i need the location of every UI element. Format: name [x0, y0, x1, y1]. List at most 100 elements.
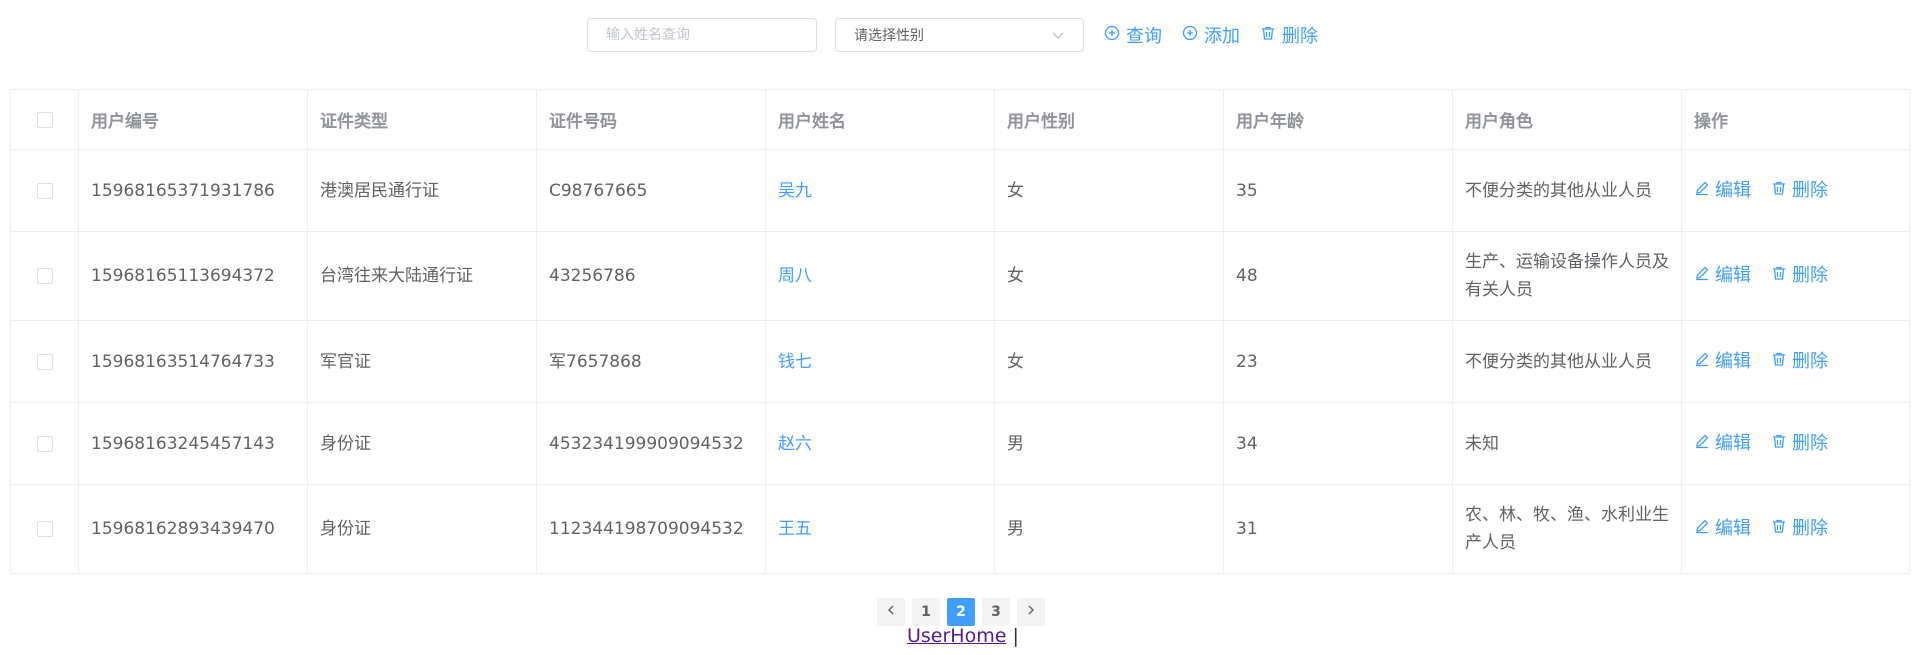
- cell-user-role: 未知: [1452, 402, 1682, 485]
- row-delete-button[interactable]: 删除: [1771, 515, 1828, 543]
- cell-user-name: 王五: [765, 484, 995, 574]
- cell-user-id: 15968165113694372: [78, 231, 308, 321]
- add-label: 添加: [1204, 26, 1240, 47]
- cell-cert-type: 身份证: [307, 402, 537, 485]
- user-name-link[interactable]: 王五: [778, 519, 812, 539]
- user-name-link[interactable]: 周八: [778, 266, 812, 286]
- cell-cert-type: 军官证: [307, 320, 537, 403]
- page-3-button[interactable]: 3: [982, 598, 1010, 626]
- cell-cert-no: 112344198709094532: [536, 484, 766, 574]
- page-2-button[interactable]: 2: [947, 598, 975, 626]
- cell-user-id: 15968163514764733: [78, 320, 308, 403]
- cell-actions: 编辑 删除: [1681, 402, 1910, 485]
- table-row: 15968165113694372 台湾往来大陆通行证 43256786 周八 女 48 生…: [10, 231, 1910, 321]
- cell-user-gender: 女: [994, 149, 1224, 232]
- gender-select[interactable]: 请选择性别: [835, 18, 1084, 52]
- edit-button[interactable]: 编辑: [1694, 177, 1751, 205]
- edit-label: 编辑: [1715, 518, 1751, 539]
- cell-user-age: 23: [1223, 320, 1453, 403]
- row-select-cell: [10, 149, 79, 232]
- cell-user-id: 15968163245457143: [78, 402, 308, 485]
- user-table: 用户编号 证件类型 证件号码 用户姓名 用户性别 用户年龄 用户角色 操作 15…: [10, 89, 1910, 574]
- pencil-icon: [1694, 515, 1715, 543]
- user-name-link[interactable]: 钱七: [778, 352, 812, 372]
- table-row: 15968163514764733 军官证 军7657868 钱七 女 23 不便分类的其他…: [10, 320, 1910, 403]
- chevron-down-icon: [1051, 28, 1065, 42]
- toolbar: 请选择性别 查询 添加 删除: [587, 18, 1318, 52]
- header-actions: 操作: [1681, 89, 1910, 150]
- row-checkbox[interactable]: [36, 435, 53, 452]
- header-user-age: 用户年龄: [1223, 89, 1453, 150]
- user-name-link[interactable]: 吴九: [778, 181, 812, 201]
- cell-user-gender: 女: [994, 320, 1224, 403]
- pencil-icon: [1694, 262, 1715, 290]
- cell-cert-no: 453234199909094532: [536, 402, 766, 485]
- table-header-row: 用户编号 证件类型 证件号码 用户姓名 用户性别 用户年龄 用户角色 操作: [10, 89, 1910, 150]
- prev-page-button[interactable]: [877, 598, 905, 626]
- row-delete-button[interactable]: 删除: [1771, 177, 1828, 205]
- row-checkbox[interactable]: [36, 353, 53, 370]
- pencil-icon: [1694, 177, 1715, 205]
- cell-user-id: 15968165371931786: [78, 149, 308, 232]
- cell-user-gender: 女: [994, 231, 1224, 321]
- chevron-left-icon: [885, 604, 897, 620]
- row-select-cell: [10, 484, 79, 574]
- batch-delete-button[interactable]: 删除: [1260, 22, 1318, 48]
- trash-icon: [1771, 348, 1792, 376]
- circle-plus-icon: [1104, 25, 1126, 46]
- pencil-icon: [1694, 348, 1715, 376]
- cell-user-age: 34: [1223, 402, 1453, 485]
- row-delete-button[interactable]: 删除: [1771, 262, 1828, 290]
- row-select-cell: [10, 402, 79, 485]
- trash-icon: [1771, 177, 1792, 205]
- footer-separator: |: [1012, 625, 1019, 647]
- add-button[interactable]: 添加: [1182, 22, 1240, 48]
- row-checkbox[interactable]: [36, 182, 53, 199]
- user-name-link[interactable]: 赵六: [778, 434, 812, 454]
- select-all-cell: [10, 89, 79, 150]
- next-page-button[interactable]: [1017, 598, 1045, 626]
- edit-label: 编辑: [1715, 350, 1751, 372]
- trash-icon: [1771, 262, 1792, 290]
- table-row: 15968162893439470 身份证 112344198709094532 王五…: [10, 484, 1910, 574]
- cell-user-gender: 男: [994, 402, 1224, 485]
- edit-button[interactable]: 编辑: [1694, 348, 1751, 376]
- delete-label: 删除: [1792, 179, 1828, 201]
- gender-select-placeholder: 请选择性别: [854, 28, 924, 44]
- select-all-checkbox[interactable]: [36, 111, 53, 128]
- cell-user-name: 钱七: [765, 320, 995, 403]
- edit-button[interactable]: 编辑: [1694, 515, 1751, 543]
- row-select-cell: [10, 231, 79, 321]
- row-checkbox[interactable]: [36, 521, 53, 537]
- query-button[interactable]: 查询: [1104, 22, 1162, 48]
- header-cert-no: 证件号码: [536, 89, 766, 150]
- cell-actions: 编辑 删除: [1681, 320, 1910, 403]
- cell-cert-type: 身份证: [307, 484, 537, 574]
- cell-user-gender: 男: [994, 484, 1224, 574]
- edit-button[interactable]: 编辑: [1694, 430, 1751, 458]
- header-user-gender: 用户性别: [994, 89, 1224, 150]
- cell-cert-type: 港澳居民通行证: [307, 149, 537, 232]
- cell-user-name: 吴九: [765, 149, 995, 232]
- row-delete-button[interactable]: 删除: [1771, 430, 1828, 458]
- cell-user-role: 不便分类的其他从业人员: [1452, 149, 1682, 232]
- circle-plus-icon: [1182, 25, 1204, 46]
- pencil-icon: [1694, 430, 1715, 458]
- name-search-input[interactable]: [587, 18, 817, 52]
- trash-icon: [1771, 430, 1792, 458]
- edit-label: 编辑: [1715, 432, 1751, 454]
- cell-user-age: 48: [1223, 231, 1453, 321]
- cell-actions: 编辑 删除: [1681, 484, 1910, 574]
- userhome-link[interactable]: UserHome: [907, 625, 1006, 647]
- cell-cert-no: 军7657868: [536, 320, 766, 403]
- cell-actions: 编辑 删除: [1681, 231, 1910, 321]
- delete-label: 删除: [1792, 350, 1828, 372]
- cell-user-age: 35: [1223, 149, 1453, 232]
- row-delete-button[interactable]: 删除: [1771, 348, 1828, 376]
- cell-cert-no: C98767665: [536, 149, 766, 232]
- row-checkbox[interactable]: [36, 268, 53, 284]
- edit-label: 编辑: [1715, 265, 1751, 286]
- header-cert-type: 证件类型: [307, 89, 537, 150]
- edit-button[interactable]: 编辑: [1694, 262, 1751, 290]
- page-1-button[interactable]: 1: [912, 598, 940, 626]
